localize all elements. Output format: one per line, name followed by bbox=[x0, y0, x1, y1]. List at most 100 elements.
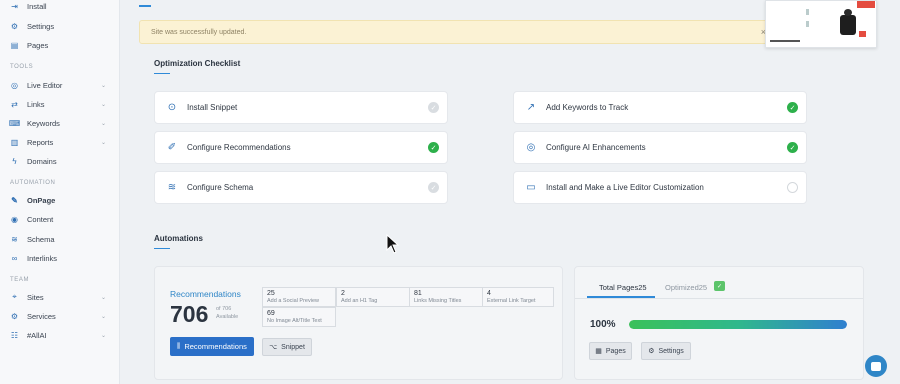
sidebar-item-label: Sites bbox=[27, 292, 44, 302]
main-content: Site was successfully updated. × Optimiz… bbox=[120, 0, 900, 384]
snippet-icon: ⊙ bbox=[167, 102, 177, 113]
sidebar-item-install[interactable]: ⇥ Install bbox=[10, 0, 110, 14]
sidebar-section-automation: AUTOMATION bbox=[10, 180, 56, 186]
tab-optimized[interactable]: Optimized25 bbox=[665, 283, 707, 292]
chevron-down-icon: ⌄ bbox=[100, 313, 106, 320]
recommendation-stat[interactable]: 69 No Image Alt/Title Text bbox=[262, 307, 336, 327]
recommendation-stat[interactable]: 25 Add a Social Preview bbox=[262, 287, 336, 307]
section-title-checklist: Optimization Checklist bbox=[154, 59, 241, 68]
section-rule bbox=[154, 248, 170, 249]
chevron-down-icon: ⌄ bbox=[100, 139, 106, 146]
section-title-automations: Automations bbox=[154, 234, 203, 243]
checklist-item-install-snippet[interactable]: ⊙ Install Snippet ✓ bbox=[154, 91, 448, 124]
sidebar-item-domains[interactable]: ϟ Domains bbox=[10, 153, 110, 169]
services-icon: ⚙ bbox=[10, 311, 19, 321]
checklist-item-label: Configure Recommendations bbox=[187, 143, 291, 152]
chevron-down-icon: ⌄ bbox=[100, 101, 106, 108]
grid-icon: ▦ bbox=[595, 348, 602, 355]
sidebar-section-tools: TOOLS bbox=[10, 64, 34, 70]
chevron-down-icon: ⌄ bbox=[100, 332, 106, 339]
recommendations-button[interactable]: ⫼ Recommendations bbox=[170, 337, 254, 356]
optimization-progress-bar bbox=[629, 320, 847, 329]
sidebar-item-links[interactable]: ⇄ Links ⌄ bbox=[10, 96, 110, 112]
gear-icon: ⚙ bbox=[10, 21, 19, 31]
chevron-down-icon: ⌄ bbox=[100, 120, 106, 127]
recommendation-stat[interactable]: 2 Add an H1 Tag bbox=[336, 287, 410, 307]
sidebar-item-services[interactable]: ⚙ Services ⌄ bbox=[10, 308, 110, 324]
schema-icon: ≋ bbox=[11, 234, 18, 244]
recommendations-title: Recommendations bbox=[170, 289, 241, 299]
pages-button[interactable]: ▦ Pages bbox=[589, 342, 632, 360]
layers-icon: ≋ bbox=[167, 182, 177, 193]
check-icon: ✓ bbox=[787, 102, 798, 113]
recommendations-panel: Recommendations 706 of 706 Available 25 … bbox=[154, 266, 563, 380]
alert-message: Site was successfully updated. bbox=[151, 28, 247, 36]
recommendation-stat[interactable]: 4 External Link Target bbox=[482, 287, 554, 307]
sidebar-item-content[interactable]: ◉ Content bbox=[10, 211, 110, 227]
content-icon: ◉ bbox=[11, 214, 18, 224]
progress-fill bbox=[629, 320, 847, 329]
sidebar-item-label: Live Editor bbox=[27, 80, 63, 90]
checklist-item-label: Install Snippet bbox=[187, 103, 238, 112]
trend-icon: ↗ bbox=[526, 102, 536, 113]
checklist-item-configure-recommendations[interactable]: ✐ Configure Recommendations ✓ bbox=[154, 131, 448, 164]
gear-icon: ⚙ bbox=[648, 348, 655, 355]
sites-icon: ⌖ bbox=[12, 292, 17, 301]
pages-panel: Total Pages25 Optimized25 ✓ 100% ▦ Pages… bbox=[574, 266, 864, 380]
video-thumbnail bbox=[765, 0, 877, 48]
sidebar-item-label: Services bbox=[27, 311, 56, 321]
checklist-item-configure-schema[interactable]: ≋ Configure Schema ✓ bbox=[154, 171, 448, 204]
sidebar-item-live-editor[interactable]: ◎ Live Editor ⌄ bbox=[10, 77, 110, 93]
mouse-cursor bbox=[386, 234, 400, 254]
sidebar-item-team[interactable]: ☷ #AllAI ⌄ bbox=[10, 327, 110, 343]
sidebar-item-interlinks[interactable]: ∞ Interlinks bbox=[10, 250, 110, 266]
sidebar-item-pages[interactable]: ▤ Pages bbox=[10, 37, 110, 53]
snippet-button[interactable]: ⌥ Snippet bbox=[262, 338, 312, 356]
checklist-item-label: Install and Make a Live Editor Customiza… bbox=[546, 183, 704, 192]
sidebar-item-schema[interactable]: ≋ Schema bbox=[10, 231, 110, 247]
chat-icon bbox=[871, 361, 881, 371]
wand-icon: ✐ bbox=[167, 142, 177, 153]
settings-button[interactable]: ⚙ Settings bbox=[641, 342, 691, 360]
sidebar-item-label: #AllAI bbox=[27, 330, 47, 340]
sidebar-item-label: Reports bbox=[27, 137, 54, 147]
check-icon: ✓ bbox=[787, 142, 798, 153]
onpage-icon: ✎ bbox=[11, 195, 18, 205]
optimization-percent: 100% bbox=[590, 319, 616, 330]
checklist-item-label: Configure AI Enhancements bbox=[546, 143, 646, 152]
sidebar-item-sites[interactable]: ⌖ Sites ⌄ bbox=[10, 289, 110, 305]
interlinks-icon: ∞ bbox=[11, 253, 18, 263]
sliders-icon: ⫼ bbox=[177, 342, 181, 350]
sidebar-item-label: Interlinks bbox=[27, 253, 58, 263]
tab-indicator bbox=[139, 5, 151, 7]
install-icon: ⇥ bbox=[11, 1, 18, 11]
sidebar-item-label: Content bbox=[27, 214, 54, 224]
sidebar-section-team: TEAM bbox=[10, 277, 30, 283]
sidebar-item-onpage[interactable]: ✎ OnPage bbox=[10, 192, 110, 208]
sidebar-item-label: Schema bbox=[27, 234, 55, 244]
code-icon: ⌥ bbox=[269, 344, 278, 351]
chevron-down-icon: ⌄ bbox=[100, 82, 106, 89]
sidebar-item-label: Pages bbox=[27, 40, 49, 50]
tab-total-pages[interactable]: Total Pages25 bbox=[599, 283, 647, 292]
sidebar-item-reports[interactable]: ▥ Reports ⌄ bbox=[10, 134, 110, 150]
checklist-item-live-editor[interactable]: ▭ Install and Make a Live Editor Customi… bbox=[513, 171, 807, 204]
check-icon: ✓ bbox=[428, 102, 439, 113]
chat-launcher-button[interactable] bbox=[865, 355, 887, 377]
recommendation-stat[interactable]: 81 Links Missing Titles bbox=[409, 287, 483, 307]
fingerprint-icon: ◎ bbox=[526, 142, 536, 153]
checklist-item-ai-enhancements[interactable]: ◎ Configure AI Enhancements ✓ bbox=[513, 131, 807, 164]
sidebar-item-label: Settings bbox=[27, 21, 55, 31]
pages-icon: ▤ bbox=[10, 40, 19, 50]
team-icon: ☷ bbox=[10, 330, 19, 340]
checklist-item-label: Add Keywords to Track bbox=[546, 103, 629, 112]
checklist-item-label: Configure Schema bbox=[187, 183, 254, 192]
sidebar-item-settings[interactable]: ⚙ Settings bbox=[10, 18, 110, 34]
sidebar: ⇥ Install ⚙ Settings ▤ Pages TOOLS ◎ Live Ed… bbox=[0, 0, 120, 384]
checklist-item-add-keywords[interactable]: ↗ Add Keywords to Track ✓ bbox=[513, 91, 807, 124]
sidebar-item-label: Install bbox=[27, 1, 47, 11]
sidebar-item-keywords[interactable]: ⌨ Keywords ⌄ bbox=[9, 115, 110, 131]
sidebar-item-label: Links bbox=[27, 99, 45, 109]
chevron-down-icon: ⌄ bbox=[100, 294, 106, 301]
check-icon: ✓ bbox=[428, 182, 439, 193]
